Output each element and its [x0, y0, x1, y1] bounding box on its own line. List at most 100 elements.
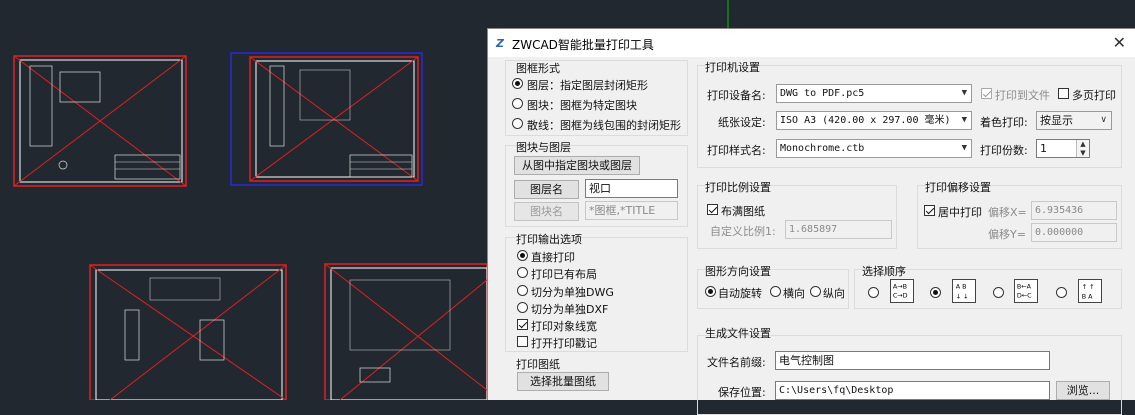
frame-style-block-label[interactable]: 图块：图框为特定图块: [527, 97, 637, 113]
svg-text:B←A: B←A: [1017, 282, 1032, 290]
color-print-value: 按显示: [1040, 114, 1073, 127]
output-file-group: [697, 335, 1122, 415]
drawing-sheet-2[interactable]: [230, 52, 423, 186]
drawing-sheet-4[interactable]: [324, 263, 488, 400]
paper-setting-select[interactable]: ISO A3 (420.00 x 297.00 毫米) ▼: [776, 111, 972, 130]
orientation-auto-radio[interactable]: [705, 286, 716, 297]
dialog-title: ZWCAD智能批量打印工具: [512, 38, 654, 52]
multipage-checkbox[interactable]: [1058, 88, 1069, 99]
frame-style-layer-label[interactable]: 图层：指定图层封闭矩形: [527, 77, 648, 93]
zwcad-app-icon: Z: [496, 37, 504, 50]
output-split-dwg-radio[interactable]: [517, 285, 528, 296]
print-stamp-label[interactable]: 打开打印戳记: [531, 335, 597, 351]
paper-setting-value: ISO A3 (420.00 x 297.00 毫米): [780, 115, 951, 126]
order-col-btt-radio[interactable]: [1056, 287, 1067, 298]
order-col-ttb-radio[interactable]: [930, 287, 941, 298]
printer-settings-label: 打印机设置: [705, 61, 760, 74]
order-column-top-to-bottom-icon[interactable]: A B ↓ ↓: [952, 279, 976, 303]
orientation-portrait-label[interactable]: 纵向: [823, 285, 845, 301]
offset-y-field: 0.000000: [1031, 223, 1117, 242]
print-lineweight-checkbox[interactable]: [517, 319, 528, 330]
order-column-bottom-to-top-icon[interactable]: ↑ ↑ B A: [1078, 279, 1102, 303]
output-file-label: 生成文件设置: [705, 327, 771, 340]
pick-from-drawing-button[interactable]: 从图中指定图块或图层: [514, 156, 640, 175]
offset-x-label: 偏移X=: [988, 206, 1027, 219]
orientation-label: 图形方向设置: [705, 265, 771, 278]
center-print-label[interactable]: 居中打印: [938, 204, 982, 220]
output-direct-print-label[interactable]: 直接打印: [531, 249, 575, 265]
orientation-auto-label[interactable]: 自动旋转: [718, 285, 762, 301]
file-prefix-label: 文件名前缀:: [707, 356, 766, 369]
print-offset-label: 打印偏移设置: [925, 181, 991, 194]
output-split-dwg-label[interactable]: 切分为单独DWG: [531, 284, 614, 300]
copies-spinner[interactable]: 1 ▲ ▼: [1036, 139, 1090, 158]
output-existing-layout-radio[interactable]: [517, 267, 528, 278]
custom-scale-label: 自定义比例1:: [710, 225, 776, 238]
print-sheets-label: 打印图纸: [516, 358, 560, 371]
frame-style-block-radio[interactable]: [512, 98, 523, 109]
chevron-down-icon: ▼: [961, 143, 967, 153]
plot-style-label: 打印样式名:: [707, 144, 766, 157]
chevron-down-icon: ▼: [961, 115, 967, 125]
order-row-rtl-radio[interactable]: [993, 287, 1004, 298]
svg-text:↑ ↑: ↑ ↑: [1082, 283, 1095, 291]
save-location-label: 保存位置:: [718, 386, 766, 399]
orientation-landscape-label[interactable]: 横向: [783, 285, 805, 301]
frame-style-lines-radio[interactable]: [512, 118, 523, 129]
layer-name-button[interactable]: 图层名: [514, 180, 579, 199]
output-split-dxf-label[interactable]: 切分为单独DXF: [531, 301, 608, 317]
print-to-file-checkbox: [981, 88, 992, 99]
batch-print-dialog: Z ZWCAD智能批量打印工具 ✕ 图框形式 图层：指定图层封闭矩形 图块：图框…: [487, 28, 1135, 415]
svg-text:D←C: D←C: [1017, 291, 1032, 299]
fit-to-paper-label[interactable]: 布满图纸: [721, 203, 765, 219]
orientation-portrait-radio[interactable]: [810, 286, 821, 297]
output-options-label: 打印输出选项: [516, 233, 582, 246]
spinner-arrows-icon[interactable]: ▲ ▼: [1076, 140, 1089, 157]
save-location-field[interactable]: C:\Users\fq\Desktop: [775, 381, 1050, 400]
block-name-button: 图块名: [514, 202, 579, 221]
offset-y-label: 偏移Y=: [988, 228, 1026, 241]
plot-style-select[interactable]: Monochrome.ctb ▼: [776, 139, 972, 158]
drawing-sheet-3[interactable]: [89, 264, 287, 400]
multipage-label[interactable]: 多页打印: [1072, 87, 1116, 103]
drawing-sheet-1[interactable]: [13, 55, 187, 187]
layer-name-field[interactable]: 视口: [585, 179, 678, 198]
svg-text:C→D: C→D: [893, 291, 908, 299]
chevron-down-icon: ∨: [1100, 115, 1107, 125]
print-lineweight-label[interactable]: 打印对象线宽: [531, 318, 597, 334]
device-name-label: 打印设备名:: [707, 89, 766, 102]
center-print-checkbox[interactable]: [924, 205, 935, 216]
color-print-select[interactable]: 按显示 ∨: [1036, 111, 1112, 130]
svg-text:B A: B A: [1082, 292, 1093, 300]
output-split-dxf-radio[interactable]: [517, 302, 528, 313]
copies-value: 1: [1040, 142, 1047, 155]
print-to-file-label: 打印到文件: [995, 89, 1050, 102]
device-name-select[interactable]: DWG to PDF.pc5 ▼: [776, 84, 972, 103]
color-print-label: 着色打印:: [980, 116, 1028, 129]
fit-to-paper-checkbox[interactable]: [707, 204, 718, 215]
file-prefix-field[interactable]: 电气控制图: [775, 351, 1050, 370]
order-row-right-to-left-icon[interactable]: B←A D←C: [1014, 279, 1038, 303]
order-row-ltr-radio[interactable]: [868, 287, 879, 298]
svg-text:A B: A B: [956, 282, 967, 290]
plot-style-value: Monochrome.ctb: [780, 143, 865, 154]
offset-x-field: 6.935436: [1031, 201, 1117, 220]
chevron-down-icon: ▼: [961, 88, 967, 98]
frame-style-lines-label[interactable]: 散线：图框为线包围的封闭矩形: [527, 117, 681, 133]
frame-style-layer-radio[interactable]: [512, 78, 523, 89]
order-row-left-to-right-icon[interactable]: A→B C→D: [890, 279, 914, 303]
select-batch-sheets-button[interactable]: 选择批量图纸: [517, 372, 609, 391]
block-layer-label: 图块与图层: [516, 141, 571, 154]
svg-text:↓ ↓: ↓ ↓: [956, 292, 969, 300]
browse-button[interactable]: 浏览...: [1056, 381, 1110, 400]
dialog-titlebar: Z ZWCAD智能批量打印工具 ✕: [488, 29, 1135, 57]
svg-text:A→B: A→B: [893, 282, 907, 290]
frame-style-label: 图框形式: [516, 62, 560, 75]
output-direct-print-radio[interactable]: [517, 250, 528, 261]
output-existing-layout-label[interactable]: 打印已有布局: [531, 266, 597, 282]
print-stamp-checkbox[interactable]: [517, 336, 528, 347]
orientation-landscape-radio[interactable]: [770, 286, 781, 297]
device-name-value: DWG to PDF.pc5: [780, 88, 865, 99]
close-icon[interactable]: ✕: [1113, 33, 1126, 52]
custom-scale-field: 1.685897: [785, 220, 892, 239]
